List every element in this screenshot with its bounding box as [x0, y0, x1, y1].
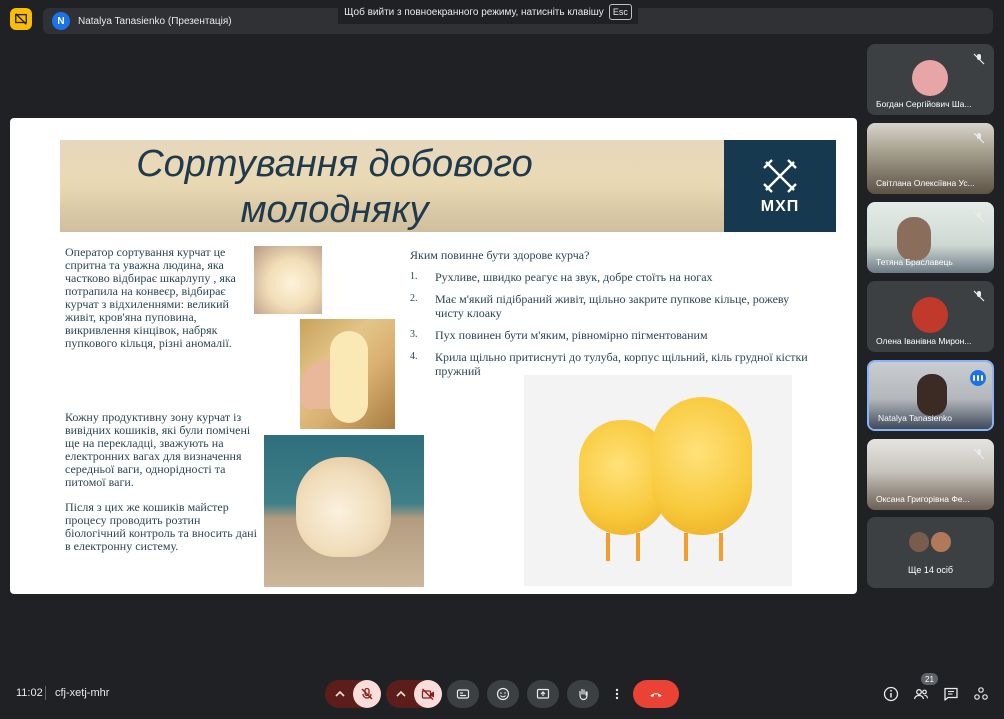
- present-screen-button[interactable]: [527, 680, 559, 708]
- participant-tile[interactable]: Світлана Олексіївна Ус...: [867, 123, 994, 194]
- participant-tile[interactable]: Оксана Григорівна Фе...: [867, 439, 994, 510]
- biocontrol-text: Після з цих же кошиків майстер процесу п…: [65, 500, 257, 553]
- mic-off-icon: [973, 53, 985, 65]
- participant-tile[interactable]: Богдан Сергійович Ша...: [867, 44, 994, 115]
- sorting-operator-text: Оператор сортування курчат це спритна та…: [65, 245, 236, 350]
- mic-off-icon: [361, 687, 373, 700]
- participant-avatar: [912, 297, 948, 333]
- meeting-code: cfj-xetj-mhr: [55, 687, 110, 699]
- mic-control: [325, 680, 381, 708]
- mic-toggle-button[interactable]: [353, 680, 381, 708]
- participant-avatar: [912, 60, 948, 96]
- captions-button[interactable]: [447, 680, 479, 708]
- mic-off-icon: [973, 132, 985, 144]
- participant-avatar: [907, 530, 931, 554]
- mic-off-icon: [973, 211, 985, 223]
- more-participants-label: Ще 14 осіб: [907, 565, 954, 575]
- participant-tile[interactable]: Тетяна Браславець: [867, 202, 994, 273]
- participant-tile[interactable]: Олена Іванівна Мирон...: [867, 281, 994, 352]
- chevron-up-icon[interactable]: [333, 687, 347, 701]
- reactions-button[interactable]: [487, 680, 519, 708]
- mic-off-icon: [973, 448, 985, 460]
- participant-name: Оксана Григорівна Фе...: [876, 494, 970, 504]
- speaking-indicator-icon: [970, 370, 986, 386]
- chick-photo-1: [254, 246, 322, 314]
- hang-up-icon: [650, 693, 662, 697]
- chick-in-hand-photo: [300, 319, 395, 429]
- chat-icon[interactable]: [943, 686, 959, 702]
- company-logo: МХП: [724, 140, 836, 232]
- slide-title-line2: молодняку: [240, 189, 429, 231]
- participant-avatar: [929, 530, 953, 554]
- healthy-chick-question: Яким повинне бути здорове курча?: [410, 248, 590, 262]
- raise-hand-button[interactable]: [567, 680, 599, 708]
- windmill-logo-icon: [763, 159, 797, 193]
- participants-count-badge: 21: [921, 673, 938, 685]
- criteria-item: 3. Пух повинен бути м'яким, рівномірно пі…: [410, 328, 708, 342]
- criteria-item: 4. Крила щільно притиснуті до тулуба, кор…: [410, 350, 808, 378]
- emoji-icon: [496, 687, 510, 701]
- activities-icon[interactable]: [973, 686, 989, 702]
- presentation-icon[interactable]: [10, 8, 32, 30]
- slide-title-banner: Сортування добового молодняку: [60, 140, 725, 232]
- participant-name: Тетяна Браславець: [876, 257, 953, 267]
- fullscreen-exit-hint: Щоб вийти з повноекранного режиму, натис…: [338, 0, 638, 24]
- participant-name: Natalya Tanasienko: [878, 413, 953, 423]
- participant-name: Богдан Сергійович Ша...: [876, 99, 972, 109]
- weighing-text: Кожну продуктивну зону курчат із вивідни…: [65, 410, 251, 489]
- end-call-button[interactable]: [633, 680, 679, 708]
- logo-text: МХП: [760, 198, 800, 215]
- presenter-avatar: N: [52, 12, 70, 30]
- more-participants-tile[interactable]: Ще 14 осіб: [867, 517, 994, 588]
- participant-name: Олена Іванівна Мирон...: [876, 336, 972, 346]
- slide-title-line1: Сортування добового: [136, 143, 533, 185]
- sick-chick-photo: [264, 435, 424, 587]
- participant-tile-active[interactable]: Natalya Tanasienko: [867, 360, 994, 431]
- camera-off-icon: [421, 688, 434, 700]
- mic-off-icon: [973, 290, 985, 302]
- chevron-up-icon[interactable]: [394, 687, 408, 701]
- camera-control: [386, 680, 442, 708]
- hand-icon: [579, 688, 588, 701]
- participant-name: Світлана Олексіївна Ус...: [876, 178, 975, 188]
- present-screen-icon: [536, 688, 550, 699]
- healthy-chick-criteria: 1. Рухливе, швидко реагує на звук, добре …: [410, 270, 820, 386]
- more-options-button[interactable]: [607, 680, 627, 708]
- presented-slide: Сортування добового молодняку МХП Операт…: [10, 118, 857, 594]
- presenter-title: Natalya Tanasienko (Презентація): [78, 15, 232, 27]
- people-icon[interactable]: [913, 686, 929, 702]
- captions-icon: [456, 689, 470, 699]
- esc-hint-text: Щоб вийти з повноекранного режиму, натис…: [344, 6, 604, 18]
- info-icon[interactable]: [883, 686, 899, 702]
- esc-key: Esc: [608, 4, 632, 20]
- healthy-chicks-photo: [524, 375, 792, 586]
- criteria-item: 2. Має м'який підібраний живіт, щільно за…: [410, 292, 790, 320]
- clock: 11:02: [16, 687, 43, 699]
- more-vert-icon: [615, 688, 619, 700]
- camera-toggle-button[interactable]: [414, 680, 442, 708]
- criteria-item: 1. Рухливе, швидко реагує на звук, добре …: [410, 270, 713, 284]
